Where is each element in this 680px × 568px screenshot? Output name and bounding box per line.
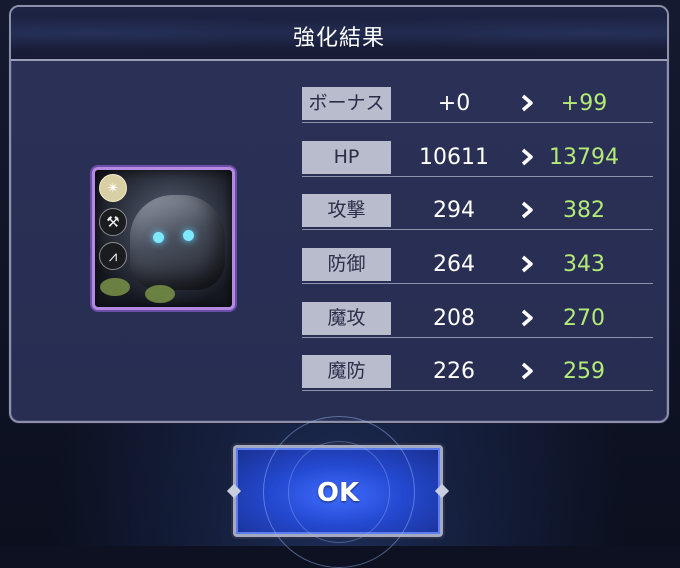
panel-header: 強化結果 <box>11 7 667 61</box>
stat-row-defense: 防御 264 343 <box>302 248 653 284</box>
arrow-right-icon <box>521 94 533 112</box>
stat-before: 294 <box>433 198 475 223</box>
arrow-right-icon <box>521 201 533 219</box>
character-armor <box>130 195 225 290</box>
arrow-right-icon <box>521 148 533 166</box>
stat-before: +0 <box>437 91 471 116</box>
stat-before: 264 <box>433 252 475 277</box>
stat-after: 343 <box>563 252 605 277</box>
stat-label: 防御 <box>302 248 391 281</box>
class-wing-icon: ⩘ <box>99 242 127 270</box>
stat-after: 382 <box>563 198 605 223</box>
character-eye <box>153 232 164 243</box>
moss-decoration <box>100 278 130 296</box>
arrow-right-icon <box>521 309 533 327</box>
stat-row-magic-attack: 魔攻 208 270 <box>302 302 653 338</box>
arrow-right-icon <box>521 362 533 380</box>
stat-label: ボーナス <box>302 87 391 120</box>
stat-row-attack: 攻撃 294 382 <box>302 194 653 230</box>
stat-after: 270 <box>563 306 605 331</box>
stat-after: +99 <box>560 91 608 116</box>
stat-after: 13794 <box>549 145 619 170</box>
stat-label: 魔攻 <box>302 302 391 335</box>
character-eye <box>183 230 194 241</box>
stat-row-bonus: ボーナス +0 +99 <box>302 87 653 123</box>
ok-button-label: OK <box>316 478 360 508</box>
character-portrait: ✴ ⚒ ⩘ <box>92 167 235 310</box>
portrait-badges: ✴ ⚒ ⩘ <box>99 174 127 279</box>
stat-label: HP <box>302 141 391 174</box>
arrow-right-icon <box>521 255 533 273</box>
moss-decoration <box>145 285 175 303</box>
stat-label: 魔防 <box>302 355 391 388</box>
stat-before: 226 <box>433 359 475 384</box>
stat-row-magic-defense: 魔防 226 259 <box>302 355 653 391</box>
result-panel: 強化結果 ✴ ⚒ ⩘ ボーナス +0 +99 HP 10611 13794 攻撃… <box>9 5 669 423</box>
axe-weapon-icon: ⚒ <box>99 208 127 236</box>
stat-before: 10611 <box>419 145 489 170</box>
stat-row-hp: HP 10611 13794 <box>302 141 653 177</box>
panel-title: 強化結果 <box>292 26 385 51</box>
stat-after: 259 <box>563 359 605 384</box>
light-element-icon: ✴ <box>99 174 127 202</box>
stat-before: 208 <box>433 306 475 331</box>
ok-button[interactable]: OK <box>226 416 450 568</box>
stat-label: 攻撃 <box>302 194 391 227</box>
